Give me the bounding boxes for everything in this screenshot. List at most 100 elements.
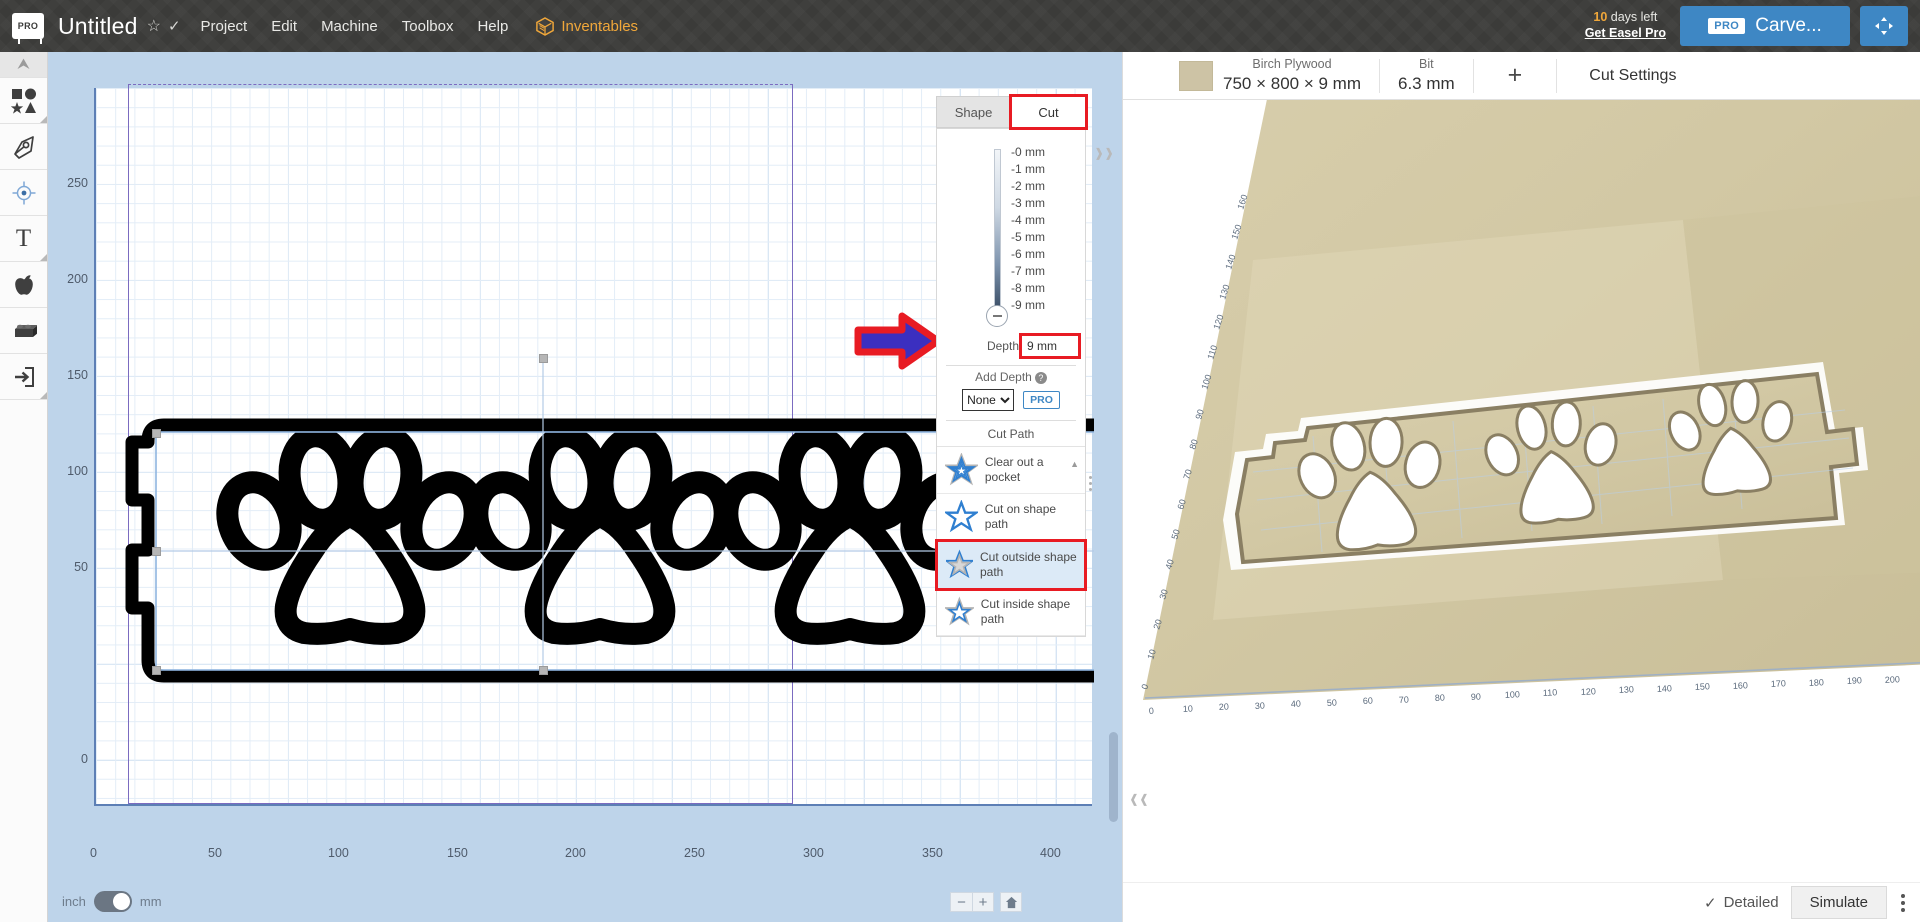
sidebar-item-apps[interactable] <box>0 262 47 308</box>
x-tick: 0 <box>90 846 97 860</box>
cut-settings-button[interactable]: Cut Settings <box>1575 67 1690 85</box>
question-mark-icon[interactable]: ? <box>1034 371 1047 384</box>
expand-view-button[interactable] <box>1860 6 1908 46</box>
expand-arrows-icon <box>1875 17 1893 35</box>
selection-handle-tl[interactable] <box>152 429 161 438</box>
selection-handle-b[interactable] <box>539 666 548 675</box>
detailed-toggle[interactable]: ✓ Detailed <box>1704 894 1779 912</box>
depth-slider-track[interactable] <box>994 149 1001 315</box>
sidebar-item-drill-point[interactable] <box>0 170 47 216</box>
preview-collapse-button[interactable]: ❰❰ <box>1129 792 1149 806</box>
y-tick: 250 <box>67 176 88 190</box>
sidebar-item-three-d[interactable] <box>0 308 47 354</box>
depth-scale-tick: -3 mm <box>1011 196 1045 210</box>
kebab-menu-icon[interactable] <box>1887 893 1920 912</box>
bit-label: Bit <box>1419 57 1434 72</box>
depth-input[interactable] <box>1021 335 1079 357</box>
add-depth-pro-badge[interactable]: PRO <box>1023 391 1060 409</box>
get-easel-pro-link[interactable]: Get Easel Pro <box>1585 26 1666 42</box>
svg-text:180: 180 <box>1809 677 1825 688</box>
material-swatch[interactable] <box>1179 60 1213 91</box>
add-depth-select[interactable]: None <box>962 389 1015 411</box>
sidebar-item-pen[interactable] <box>0 124 47 170</box>
tab-cut[interactable]: Cut <box>1009 94 1088 130</box>
grip-dot <box>1089 487 1092 491</box>
cut-path-option-inside-shape[interactable]: Cut inside shape path <box>937 589 1085 636</box>
carve-button[interactable]: PRO Carve... <box>1680 6 1850 46</box>
depth-scale-tick: -4 mm <box>1011 213 1045 227</box>
kebab-dot <box>1901 907 1905 912</box>
sidebar-item-shapes[interactable] <box>0 78 47 124</box>
depth-scale-tick: -6 mm <box>1011 247 1045 261</box>
cut-path-option-clear-pocket[interactable]: Clear out a pocket ▲ <box>937 447 1085 494</box>
paw-print-1[interactable] <box>216 425 486 645</box>
y-tick: 100 <box>67 464 88 478</box>
divider <box>1472 58 1474 93</box>
panel-resize-grip[interactable] <box>1085 470 1096 496</box>
add-bit-button[interactable]: + <box>1492 63 1539 88</box>
selection-handle-l[interactable] <box>152 547 161 556</box>
svg-text:190: 190 <box>1847 675 1863 686</box>
toolbar-collapse-button[interactable]: ⮝ <box>0 52 47 78</box>
svg-text:90: 90 <box>1471 691 1482 702</box>
depth-slider[interactable]: -0 mm -1 mm -2 mm -3 mm -4 mm -5 mm -6 m… <box>937 141 1085 333</box>
units-toggle[interactable]: inch mm <box>62 891 162 912</box>
easel-pro-logo[interactable]: PRO <box>12 13 44 44</box>
sidebar-item-text[interactable]: T <box>0 216 47 262</box>
preview-scene[interactable]: 0 10 20 30 40 50 60 70 80 90 100 110 120… <box>1123 100 1920 922</box>
menu-item-help[interactable]: Help <box>477 18 508 35</box>
menu-item-toolbox[interactable]: Toolbox <box>402 18 454 35</box>
menu-item-edit[interactable]: Edit <box>271 18 297 35</box>
material-info[interactable]: Birch Plywood 750 × 800 × 9 mm <box>1223 57 1361 94</box>
units-switch[interactable] <box>93 891 132 912</box>
menu-item-project[interactable]: Project <box>201 18 248 35</box>
star-on-path-icon <box>945 500 978 533</box>
three-d-preview[interactable]: Birch Plywood 750 × 800 × 9 mm Bit 6.3 m… <box>1122 52 1920 922</box>
x-tick: 100 <box>328 846 349 860</box>
y-tick: 0 <box>81 752 88 766</box>
header-right-group: 10 days left Get Easel Pro PRO Carve... <box>1585 0 1920 52</box>
inventables-link[interactable]: Inventables <box>536 16 638 36</box>
selection-handle-t[interactable] <box>539 354 548 363</box>
chevron-up-icon[interactable]: ▲ <box>1070 459 1079 469</box>
menu-item-machine[interactable]: Machine <box>321 18 378 35</box>
cut-path-option-outside-shape[interactable]: Cut outside shape path <box>935 539 1087 591</box>
svg-text:30: 30 <box>1255 700 1266 711</box>
carve-pro-badge: PRO <box>1708 18 1746 34</box>
cut-path-label: Clear out a pocket <box>984 455 1044 484</box>
star-outline-icon[interactable]: ☆ <box>147 16 161 36</box>
svg-text:20: 20 <box>1219 701 1230 712</box>
minus-icon <box>992 315 1002 317</box>
star-outside-path-icon <box>946 549 973 579</box>
canvas-scrollbar[interactable] <box>1109 732 1118 822</box>
bit-info[interactable]: Bit 6.3 mm <box>1398 57 1455 94</box>
y-tick: 150 <box>67 368 88 382</box>
workpiece-group: 0 10 20 30 40 50 60 70 80 90 100 110 120… <box>1139 100 1920 716</box>
target-point-icon <box>12 181 35 204</box>
pen-nib-icon <box>13 135 34 159</box>
svg-text:50: 50 <box>1327 697 1338 708</box>
depth-slider-knob[interactable] <box>986 305 1008 327</box>
svg-text:130: 130 <box>1619 684 1635 695</box>
depth-scale-tick: -5 mm <box>1011 230 1045 244</box>
material-name: Birch Plywood <box>1252 57 1332 72</box>
svg-text:110: 110 <box>1543 687 1558 698</box>
page-title[interactable]: Untitled <box>58 13 138 40</box>
svg-text:0: 0 <box>1149 706 1155 716</box>
simulate-button[interactable]: Simulate <box>1790 886 1887 919</box>
detailed-label: Detailed <box>1723 894 1779 911</box>
x-tick: 50 <box>208 846 222 860</box>
check-icon: ✓ <box>167 18 181 35</box>
panel-collapse-button[interactable]: ❱❱ <box>1094 146 1114 160</box>
tab-shape[interactable]: Shape <box>936 96 1011 128</box>
trial-days: 10 days left <box>1593 10 1658 25</box>
depth-scale-tick: -8 mm <box>1011 281 1045 295</box>
tool-expand-corner <box>40 254 47 261</box>
paw-print-2[interactable] <box>466 425 736 645</box>
depth-scale-tick: -1 mm <box>1011 162 1045 176</box>
selection-handle-bl[interactable] <box>152 666 161 675</box>
grip-dot <box>1089 475 1092 479</box>
cut-path-option-on-shape[interactable]: Cut on shape path <box>937 494 1085 541</box>
sidebar-item-import[interactable] <box>0 354 47 400</box>
cut-path-label: Cut inside shape path <box>980 597 1071 626</box>
